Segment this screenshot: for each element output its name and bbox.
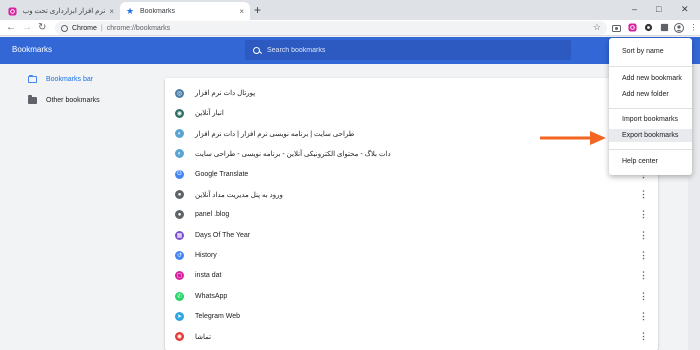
bookmark-row[interactable]: ◉ انبار آنلاین [165,103,658,123]
extension-icon[interactable] [643,22,654,33]
back-button[interactable]: ← [6,21,16,35]
pointer-arrow-icon [540,131,606,145]
bookmark-row[interactable]: ▦ Days Of The Year ⋮ [165,225,658,245]
menu-item-import-bookmarks[interactable]: Import bookmarks [609,113,692,126]
bookmark-list: ◎ پورتال دات نرم افزار ◉ انبار آنلاین ◐ طراحی… [165,78,658,350]
menu-item-export-bookmarks[interactable]: Export bookmarks [609,129,692,142]
instagram-extension-icon[interactable] [627,22,638,33]
search-input[interactable] [267,46,547,54]
bookmark-title: panel .blog [195,211,230,219]
history-icon: ↺ [175,250,184,260]
menu-item-add-new-folder[interactable]: Add new folder [609,88,692,101]
url-separator: | [100,24,103,32]
telegram-icon: ➤ [175,311,184,321]
close-window-button[interactable]: ✕ [681,3,689,15]
star-icon: ★ [126,5,135,16]
tab-close-icon[interactable]: × [109,7,114,16]
bookmark-row[interactable]: ◎ پورتال دات نرم افزار [165,83,658,103]
more-actions-icon[interactable]: ⋮ [639,291,648,302]
new-tab-button[interactable]: + [254,3,261,17]
bookmarks-header: Bookmarks [0,37,700,64]
bookmark-title: Days Of The Year [195,231,251,239]
bookmark-title: Google Translate [195,170,249,178]
puzzle-extension-icon[interactable] [659,22,670,33]
search-icon [253,46,260,54]
sidebar: Bookmarks bar Other bookmarks [0,64,160,350]
site-icon: ◉ [175,108,184,118]
maximize-button[interactable]: □ [656,3,661,15]
globe-icon: ● [175,210,184,220]
site-icon: ◎ [175,88,184,98]
menu-item-add-new-bookmark[interactable]: Add new bookmark [609,72,692,85]
bookmark-title: insta dat [195,272,222,280]
more-actions-icon[interactable]: ⋮ [639,189,648,200]
tab-strip: نرم افزار ابزارداری تحت وب (onlin@ × ★ B… [0,0,700,20]
profile-avatar-icon[interactable] [673,22,684,33]
sidebar-item-bookmarks-bar[interactable]: Bookmarks bar [28,73,93,85]
bookmark-title: پورتال دات نرم افزار [195,90,256,97]
bookmark-title: انبار آنلاین [195,110,224,118]
minimize-button[interactable]: – [632,3,637,15]
menu-divider [609,108,692,109]
camera-extension-icon[interactable] [611,22,622,33]
page-title: Bookmarks [12,45,53,54]
more-actions-icon[interactable]: ⋮ [639,209,648,220]
bookmark-title: طراحی سایت | برنامه نویسی نرم افزار | دا… [195,130,355,138]
reload-button[interactable]: ↻ [38,21,46,35]
url-text: chrome://bookmarks [106,24,171,32]
bookmark-row[interactable]: ◉ تماشا ⋮ [165,327,658,347]
bookmark-row[interactable]: ◐ دات بلاگ - محتوای الکترونیکی آنلاین - ب… [165,144,658,164]
bookmark-star-icon[interactable]: ☆ [593,22,601,33]
menu-divider [609,149,692,150]
bookmark-title: Telegram Web [195,312,241,320]
bookmark-row[interactable]: ➤ Telegram Web ⋮ [165,306,658,326]
site-icon: ◐ [175,129,184,139]
bookmark-row[interactable]: ● panel .blog ⋮ [165,205,658,225]
chrome-icon [61,24,68,32]
bookmark-row[interactable]: ↺ History ⋮ [165,245,658,265]
instagram-icon [8,6,17,16]
tab-bookmarks[interactable]: ★ Bookmarks × [120,2,250,20]
tab-online-app[interactable]: نرم افزار ابزارداری تحت وب (onlin@ × [2,2,120,20]
more-actions-icon[interactable]: ⋮ [639,311,648,322]
more-actions-icon[interactable]: ⋮ [639,230,648,241]
address-bar[interactable]: Chrome | chrome://bookmarks ☆ [55,21,607,35]
chrome-menu-icon[interactable]: ⋮ [688,22,699,33]
site-icon: ◐ [175,149,184,159]
bookmark-title: دات بلاگ - محتوای الکترونیکی آنلاین - بر… [195,150,391,158]
calendar-icon: ▦ [175,230,184,240]
menu-divider [609,66,692,67]
tab-title: Bookmarks [140,7,176,15]
instagram-icon: ◻ [175,271,184,281]
forward-button[interactable]: → [22,21,32,35]
organize-menu: Sort by name Add new bookmark Add new fo… [609,38,692,175]
bookmark-row[interactable]: ◻ insta dat ⋮ [165,266,658,286]
tab-close-icon[interactable]: × [239,7,244,16]
sidebar-item-label: Bookmarks bar [46,75,94,83]
bookmark-title: WhatsApp [195,292,228,300]
browser-toolbar: ← → ↻ Chrome | chrome://bookmarks ☆ ⋮ [0,20,700,36]
bookmark-title: تماشا [195,333,212,341]
whatsapp-icon: ✆ [175,291,184,301]
more-actions-icon[interactable]: ⋮ [639,331,648,342]
bookmark-title: History [195,251,217,259]
menu-item-sort-by-name[interactable]: Sort by name [609,45,692,58]
bookmark-title: ورود به پنل مدیریت مداد آنلاین [195,191,283,199]
tamasha-icon: ◉ [175,332,184,342]
bookmark-row[interactable]: ● ورود به پنل مدیریت مداد آنلاین ⋮ [165,185,658,205]
sidebar-item-other-bookmarks[interactable]: Other bookmarks [28,94,100,106]
sidebar-item-label: Other bookmarks [46,96,100,104]
bookmark-row[interactable]: ✆ WhatsApp ⋮ [165,286,658,306]
more-actions-icon[interactable]: ⋮ [639,250,648,261]
folder-icon [28,95,37,104]
folder-open-icon [28,75,37,83]
globe-icon: ● [175,190,184,199]
bookmark-row[interactable]: GGoogle Translate⋮ [165,164,658,184]
menu-item-help-center[interactable]: Help center [609,155,692,168]
more-actions-icon[interactable]: ⋮ [639,270,648,281]
translate-icon: G [175,169,184,179]
search-box[interactable] [245,40,571,60]
url-scheme: Chrome [72,24,97,32]
tab-title: نرم افزار ابزارداری تحت وب (onlin@ [22,8,106,15]
